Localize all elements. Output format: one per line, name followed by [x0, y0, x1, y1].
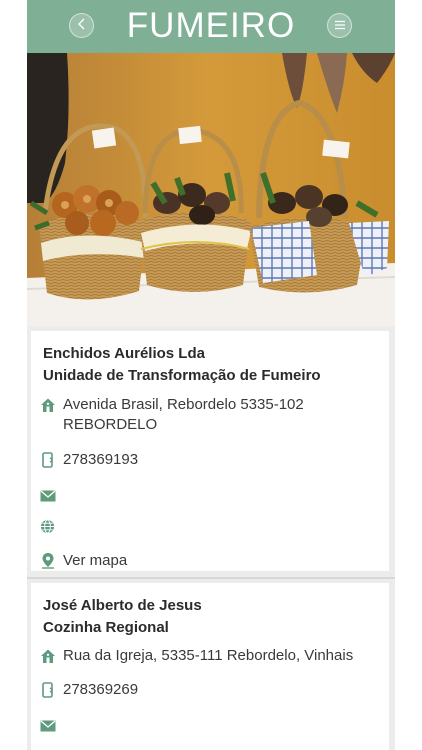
listing-name: Enchidos Aurélios Lda [43, 345, 205, 362]
address-line2: REBORDELO [63, 416, 158, 433]
map-link[interactable]: Ver mapa [63, 551, 127, 571]
email-row[interactable] [39, 486, 63, 504]
address-row[interactable]: Avenida Brasil, Rebordelo 5335-102 REBOR… [39, 395, 304, 435]
top-bar: FUMEIRO [27, 0, 395, 53]
menu-icon [334, 17, 346, 35]
app-screen: FUMEIRO Enchidos Aurélios Lda Unidade de… [27, 0, 395, 750]
map-row[interactable]: Ver mapa [39, 551, 127, 571]
globe-icon [39, 518, 56, 535]
home-icon [39, 647, 56, 664]
phone-icon [39, 451, 56, 468]
address-line1: Rua da Igreja, 5335-111 Rebordelo, Vinha… [63, 647, 354, 664]
hero-photo [27, 53, 395, 326]
listing-card[interactable]: Enchidos Aurélios Lda Unidade de Transfo… [31, 331, 389, 571]
listing-subtitle: Cozinha Regional [43, 619, 169, 636]
address-line1: Avenida Brasil, Rebordelo 5335-102 [63, 396, 304, 413]
envelope-icon [39, 717, 56, 734]
address-row[interactable]: Rua da Igreja, 5335-111 Rebordelo, Vinha… [39, 646, 353, 666]
phone-row[interactable]: 278369269 [39, 680, 138, 700]
website-row[interactable] [39, 517, 63, 535]
menu-button[interactable] [327, 13, 352, 38]
card-divider [27, 577, 395, 579]
listing-subtitle: Unidade de Transformação de Fumeiro [43, 367, 321, 384]
envelope-icon [39, 487, 56, 504]
home-icon [39, 396, 56, 413]
email-row[interactable] [39, 716, 63, 734]
listing-name: José Alberto de Jesus [43, 597, 202, 614]
phone-number: 278369193 [63, 451, 139, 468]
phone-row[interactable]: 278369193 [39, 450, 138, 470]
map-pin-icon [39, 552, 56, 569]
phone-icon [39, 681, 56, 698]
phone-number: 278369269 [63, 681, 139, 698]
listing-card[interactable]: José Alberto de Jesus Cozinha Regional R… [31, 583, 389, 750]
